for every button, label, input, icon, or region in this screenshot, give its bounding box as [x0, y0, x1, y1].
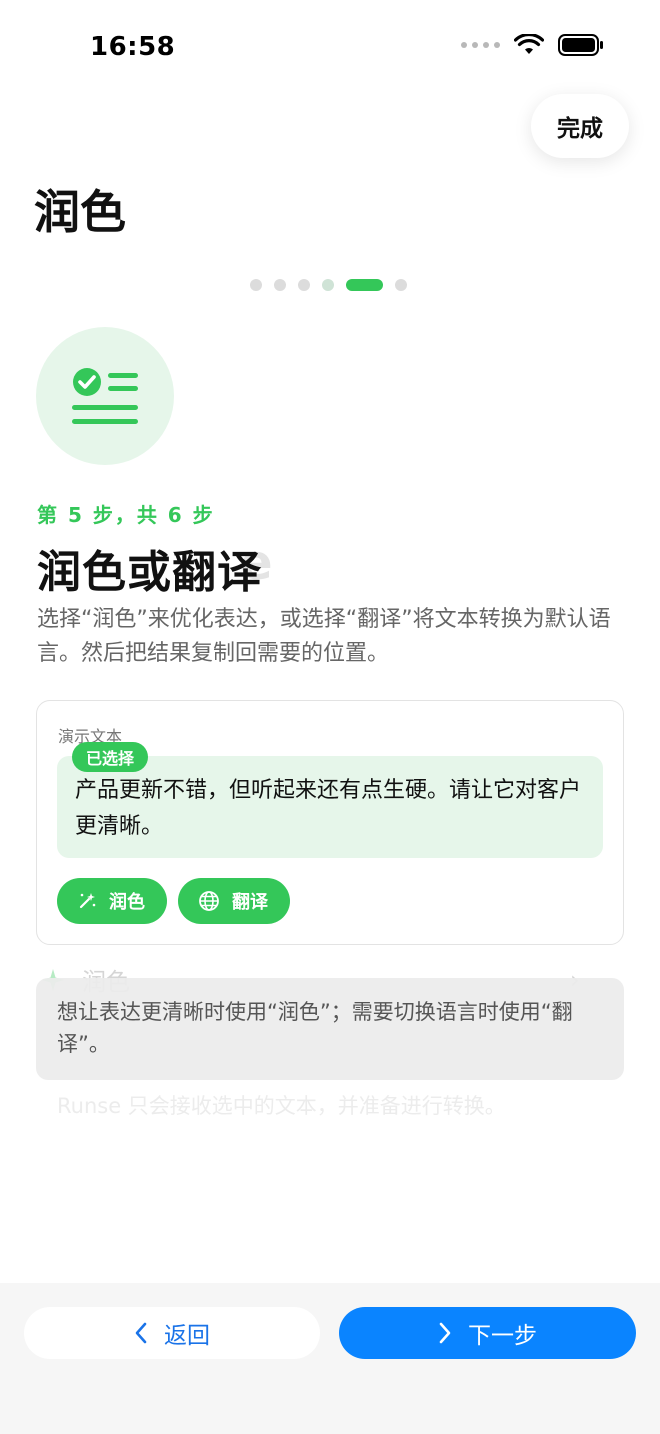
page-dot-active	[346, 279, 383, 291]
demo-text-box: 产品更新不错，但听起来还有点生硬。请让它对客户更清晰。	[57, 756, 603, 858]
magic-wand-icon	[79, 893, 96, 909]
wifi-icon	[514, 34, 544, 54]
page-dot	[395, 279, 407, 291]
tip-box: 想让表达更清晰时使用“润色”；需要切换语言时使用“翻译”。	[36, 978, 624, 1080]
next-button[interactable]: 下一步	[339, 1307, 636, 1359]
status-time: 16:58	[90, 32, 176, 62]
page-dot	[250, 279, 262, 291]
back-button-label: 返回	[164, 1323, 210, 1349]
cellular-signal-icon	[461, 42, 500, 48]
hero-icon-circle	[36, 327, 174, 465]
step-heading: 润色或翻译	[37, 547, 262, 598]
page-title: 润色	[34, 185, 126, 239]
selected-badge: 已选择	[72, 742, 149, 772]
page-dot	[274, 279, 286, 291]
background-footer-text: Runse 只会接收选中的文本，并准备进行转换。	[57, 1094, 506, 1118]
chevron-right-icon	[439, 1322, 451, 1344]
polish-button[interactable]: 润色	[57, 878, 167, 924]
translate-button[interactable]: 翻译	[178, 878, 290, 924]
page-dot	[298, 279, 310, 291]
status-icons	[461, 34, 604, 56]
polish-button-label: 润色	[109, 892, 145, 913]
translate-button-label: 翻译	[232, 892, 268, 913]
next-button-label: 下一步	[468, 1323, 537, 1349]
done-button[interactable]: 完成	[531, 94, 629, 158]
chevron-left-icon	[135, 1322, 147, 1344]
demo-text: 产品更新不错，但听起来还有点生硬。请让它对客户更清晰。	[75, 778, 582, 839]
bottom-bar: 返回 下一步	[0, 1283, 660, 1434]
step-description: 选择“润色”来优化表达，或选择“翻译”将文本转换为默认语言。然后把结果复制回需要…	[37, 607, 611, 666]
checklist-icon	[72, 368, 138, 424]
battery-icon	[558, 34, 603, 56]
page-dot	[322, 279, 334, 291]
page-indicator	[250, 279, 407, 291]
tip-text: 想让表达更清晰时使用“润色”；需要切换语言时使用“翻译”。	[57, 1000, 573, 1056]
step-counter: 第 5 步，共 6 步	[37, 503, 215, 527]
back-button[interactable]: 返回	[24, 1307, 320, 1359]
demo-card: 演示文本 产品更新不错，但听起来还有点生硬。请让它对客户更清晰。 已选择 润色 …	[36, 700, 624, 945]
globe-icon	[199, 891, 219, 911]
